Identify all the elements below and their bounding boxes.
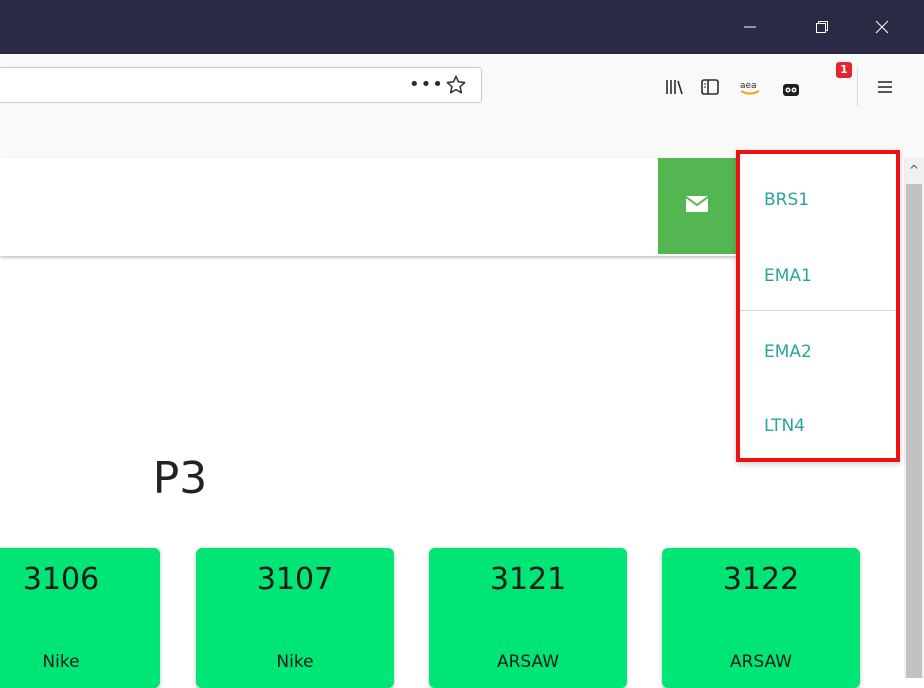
tile-brand: ARSAW [729,652,793,672]
location-tile[interactable]: 3122 ARSAW [662,548,860,688]
scroll-up-icon[interactable]: ^ [904,158,924,182]
bookmark-star-icon[interactable] [445,74,467,100]
tile-brand: Nike [276,652,314,672]
dropdown-divider [740,310,896,311]
scrollbar-thumb[interactable] [906,184,922,678]
amazon-icon[interactable]: aea [738,75,762,99]
toolbar-separator [857,68,858,106]
minimize-icon[interactable] [728,0,772,54]
location-dropdown-menu: BRS1 EMA1 EMA2 LTN4 [736,150,900,462]
extension-badge: 1 [836,62,852,78]
location-tile[interactable]: 3121 ARSAW [429,548,627,688]
page-title: P3 [152,453,208,505]
dropdown-item-brs1[interactable]: BRS1 [764,190,809,210]
window-titlebar [0,0,924,54]
tile-number: 3107 [256,562,334,597]
tile-number: 3106 [22,562,100,597]
tile-number: 3122 [722,562,800,597]
location-tile[interactable]: 3106 Nike [0,548,160,688]
restore-icon[interactable] [800,0,844,54]
dropdown-item-ltn4[interactable]: LTN4 [764,416,805,436]
close-icon[interactable] [860,0,904,54]
envelope-icon [685,195,709,217]
url-bar[interactable]: ••• [0,67,482,103]
page-actions-button[interactable]: ••• [409,72,444,98]
sidebar-icon[interactable] [698,75,722,99]
mail-button[interactable] [658,158,736,254]
location-tile[interactable]: 3107 Nike [196,548,394,688]
svg-text:aea: aea [740,81,757,91]
tile-brand: ARSAW [496,652,560,672]
dropdown-item-ema1[interactable]: EMA1 [764,266,812,286]
menu-icon[interactable] [873,75,897,99]
navigation-toolbar: ••• aea [0,54,924,122]
tile-number: 3121 [489,562,567,597]
dropdown-item-ema2[interactable]: EMA2 [764,342,812,362]
extension-icon[interactable] [779,75,803,99]
library-icon[interactable] [662,75,686,99]
tile-brand: Nike [42,652,80,672]
